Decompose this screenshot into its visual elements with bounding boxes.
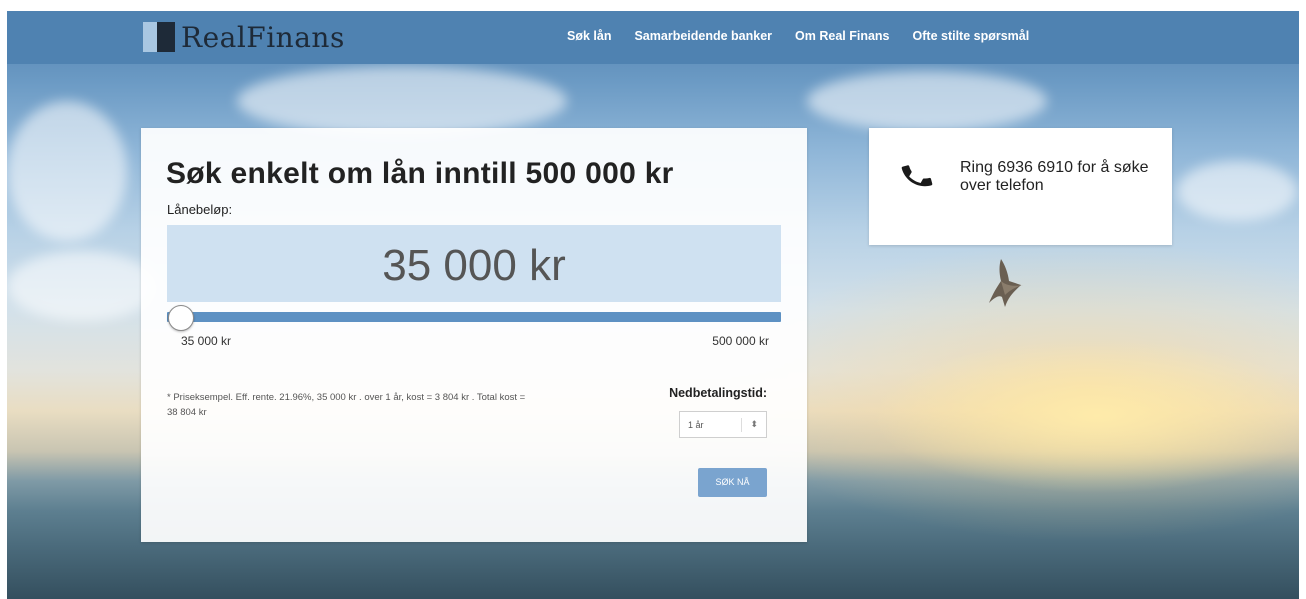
cloud — [7, 251, 157, 321]
nav-link-om-real-finans[interactable]: Om Real Finans — [795, 29, 889, 43]
form-headline: Søk enkelt om lån inntill 500 000 kr — [166, 157, 674, 190]
nav-links: Søk lån Samarbeidende banker Om Real Fin… — [567, 29, 1052, 43]
phone-contact-text: Ring 6936 6910 for å søke over telefon — [960, 159, 1149, 194]
hero-background: RealFinans Søk lån Samarbeidende banker … — [7, 11, 1299, 599]
slider-min-label: 35 000 kr — [181, 334, 232, 348]
cloud — [7, 101, 127, 241]
nav-link-ofte-stilte-sporsmal[interactable]: Ofte stilte spørsmål — [913, 29, 1030, 43]
cloud — [237, 66, 567, 136]
amount-slider-track[interactable] — [167, 312, 781, 322]
loan-form-panel: Søk enkelt om lån inntill 500 000 kr Lån… — [141, 128, 807, 542]
nav-link-sok-lan[interactable]: Søk lån — [567, 29, 611, 43]
search-submit-button[interactable]: SØK NÅ — [698, 468, 767, 497]
brand-logo[interactable]: RealFinans — [143, 20, 345, 54]
slider-max-label: 500 000 kr — [712, 334, 769, 348]
amount-value: 35 000 kr — [382, 241, 566, 290]
select-divider — [741, 418, 742, 432]
phone-icon — [901, 165, 933, 187]
cloud — [807, 71, 1047, 131]
amount-label: Lånebeløp: — [167, 202, 233, 217]
brand-name: RealFinans — [181, 20, 345, 54]
nav-link-samarbeidende-banker[interactable]: Samarbeidende banker — [634, 29, 772, 43]
logo-icon — [143, 22, 175, 52]
select-arrows-icon: ⬍ — [750, 419, 758, 429]
amount-slider-handle[interactable] — [168, 305, 194, 331]
term-label: Nedbetalingstid: — [669, 386, 767, 400]
cloud — [1177, 161, 1297, 221]
amount-display: 35 000 kr — [167, 225, 781, 302]
top-navigation: RealFinans Søk lån Samarbeidende banker … — [7, 11, 1299, 64]
seagull-image — [989, 259, 1023, 307]
price-example-text: * Priseksempel. Eff. rente. 21.96%, 35 0… — [167, 392, 526, 418]
term-select[interactable]: 1 år ⬍ — [679, 411, 767, 438]
term-select-value: 1 år — [688, 420, 704, 430]
phone-contact-card: Ring 6936 6910 for å søke over telefon — [869, 128, 1172, 245]
